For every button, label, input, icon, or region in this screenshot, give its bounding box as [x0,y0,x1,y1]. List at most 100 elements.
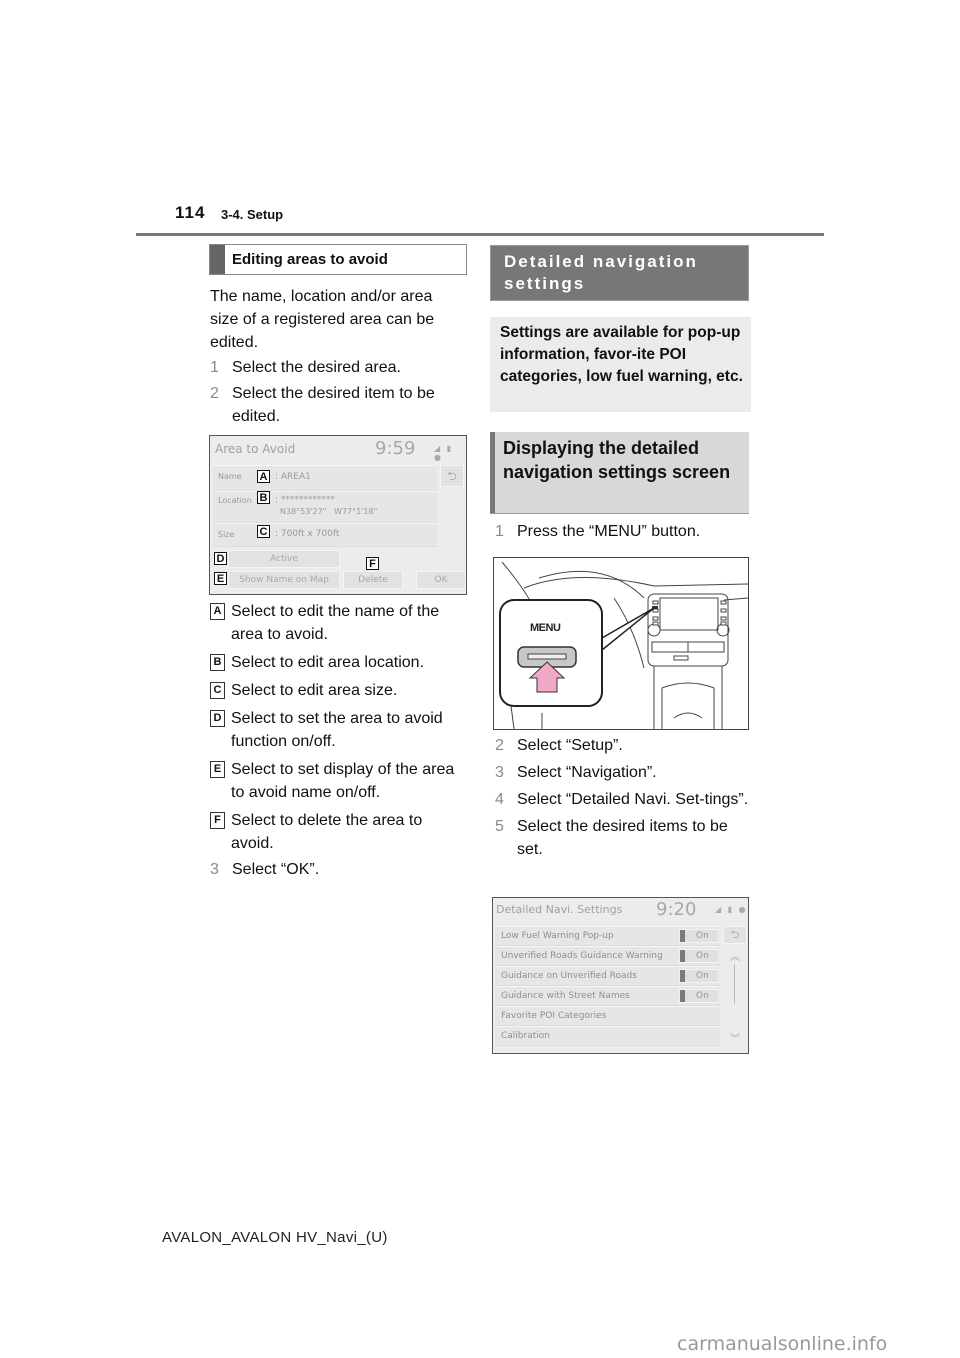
row-label: Low Fuel Warning Pop-up [501,931,614,941]
settings-row[interactable]: Calibration [495,1026,720,1046]
settings-row[interactable]: Guidance on Unverified Roads On [495,966,720,986]
area-to-avoid-screen: Area to Avoid 9:59 ◢ ▮ ● Name : AREA1 A … [209,435,467,595]
status-icons: ◢ ▮ ● [715,905,748,914]
toggle-indicator [680,930,685,942]
row-label: Unverified Roads Guidance Warning [501,951,663,961]
legend-key: B [210,654,225,671]
settings-row[interactable]: Low Fuel Warning Pop-up On [495,926,720,946]
row-size[interactable]: Size : 700ft x 700ft [213,523,437,547]
heading-bar [490,432,495,513]
screen-title: Detailed Navi. Settings [496,903,623,916]
step-number: 4 [495,791,504,808]
back-button[interactable]: ⮌ [723,926,747,944]
header-rule [136,233,824,236]
legend-text: Select to set the area to avoid function… [231,710,443,750]
screen-clock: 9:20 [656,899,697,920]
settings-row[interactable]: Unverified Roads Guidance Warning On [495,946,720,966]
legend-text: Select to edit area size. [231,682,398,699]
right-steps: 2 Select “Setup”. 3 Select “Navigation”.… [495,734,755,861]
page-number: 114 [175,203,206,222]
toggle-indicator [680,990,685,1002]
heading-detailed-navigation-settings: Detailed navigation settings [490,245,749,301]
row-label: Favorite POI Categories [501,1011,607,1021]
row-label: Guidance on Unverified Roads [501,971,637,981]
legend-key: C [210,682,225,699]
step-item: 2 Select “Setup”. [495,734,755,757]
settings-row[interactable]: Guidance with Street Names On [495,986,720,1006]
heading-bar [210,245,225,274]
legend-key: A [210,603,225,620]
ok-button[interactable]: OK [416,571,466,589]
coordinates: N38°53'27" W77°1'18" [280,507,378,516]
step-number: 1 [495,523,504,540]
document-code: AVALON_AVALON HV_Navi_(U) [162,1229,388,1246]
toggle-switch[interactable]: On [679,929,719,943]
step-item: 5 Select the desired items to be set. [495,815,755,861]
toggle-label: On [696,951,709,961]
row-value: : ************ [275,495,335,505]
legend-item: E Select to set display of the area to a… [210,758,465,804]
step-item: 1 Select the desired area. [210,356,465,379]
row-label: Name [218,472,242,481]
step-item: 2 Select the desired item to be edited. [210,382,465,428]
legend-text: Select to edit the name of the area to a… [231,603,440,643]
scroll-up-icon[interactable]: ︽ [730,948,740,963]
step-text: Select the desired area. [232,359,401,376]
step-text: Select the desired items to be set. [517,818,728,858]
legend-text: Select to set display of the area to avo… [231,761,455,801]
show-name-on-map-button[interactable]: Show Name on Map [228,571,340,589]
screen-title: Area to Avoid [215,442,296,456]
toggle-label: On [696,971,709,981]
callout-b: B [257,491,270,504]
toggle-label: On [696,991,709,1001]
callout-c: C [257,525,270,538]
heading-editing-areas: Editing areas to avoid [209,244,467,275]
toggle-switch[interactable]: On [679,949,719,963]
callout-d: D [214,552,227,565]
row-label: Size [218,530,235,539]
menu-button-illustration: MENU [493,557,749,730]
legend-item: F Select to delete the area to avoid. [210,809,465,855]
legend-text: Select to delete the area to avoid. [231,812,423,852]
screen-clock: 9:59 [375,438,416,459]
back-button[interactable]: ⮌ [440,465,464,487]
toggle-indicator [680,950,685,962]
row-label: Calibration [501,1031,550,1041]
row-label: Location [218,496,252,505]
legend-item: B Select to edit area location. [210,651,465,674]
step-item: 4 Select “Detailed Navi. Set-tings”. [495,788,755,811]
menu-label: MENU [530,622,561,634]
step-text: Select the desired item to be edited. [232,385,435,425]
legend-key: D [210,710,225,727]
row-value: : 700ft x 700ft [275,529,340,539]
toggle-label: On [696,931,709,941]
step-number: 2 [210,385,219,402]
legend-text: Select to edit area location. [231,654,425,671]
left-intro-block: The name, location and/or area size of a… [210,285,465,428]
dashboard-drawing [499,561,749,730]
callout-a: A [257,470,270,483]
settings-row[interactable]: Favorite POI Categories [495,1006,720,1026]
legend-key: F [210,812,225,829]
row-label: Guidance with Street Names [501,991,630,1001]
watermark: carmanualsonline.info [677,1333,888,1355]
toggle-switch[interactable]: On [679,989,719,1003]
callout-legend: A Select to edit the name of the area to… [210,600,465,881]
step-text: Select “Setup”. [517,737,623,754]
heading-text: Detailed navigation settings [504,252,698,293]
scroll-down-icon[interactable]: ︾ [730,1030,740,1045]
toggle-switch[interactable]: On [679,969,719,983]
row-value: : AREA1 [275,472,311,482]
legend-item: A Select to edit the name of the area to… [210,600,465,646]
step-number: 1 [210,359,219,376]
step-number: 3 [210,861,219,878]
heading-text: Editing areas to avoid [232,251,388,268]
row-location[interactable]: Location : ************ N38°53'27" W77°1… [213,491,437,523]
row-name[interactable]: Name : AREA1 [213,465,437,491]
status-icons: ◢ ▮ ● [434,444,454,462]
active-button[interactable]: Active [228,550,340,568]
legend-key: E [210,761,225,778]
scrollbar[interactable] [734,964,735,1004]
heading-text: Displaying the detailed navigation setti… [503,438,731,482]
delete-button[interactable]: Delete [343,571,403,589]
